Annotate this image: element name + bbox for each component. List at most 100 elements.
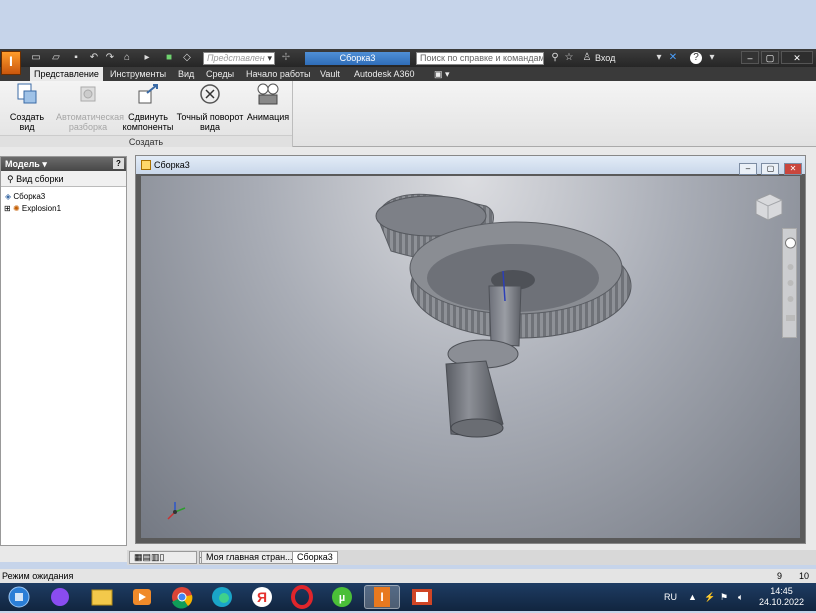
navigation-bar[interactable]	[782, 228, 797, 338]
select-icon[interactable]: ▸	[141, 52, 153, 64]
tile-layout-icons[interactable]: ▦▤▥▯	[129, 551, 197, 564]
ribbon-options-icon[interactable]: ▣ ▾	[430, 67, 454, 81]
coordinate-triad-icon	[167, 502, 186, 520]
tree-explosion-item[interactable]: ⊞ ✺ Explosion1	[4, 203, 61, 215]
browser-help-icon[interactable]: ?	[113, 158, 124, 169]
new-file-icon[interactable]: ▭	[30, 52, 42, 64]
undo-icon[interactable]: ↶	[88, 52, 100, 64]
doctab-assembly[interactable]: Сборка3	[292, 551, 338, 564]
animation-label: Анимация	[246, 112, 290, 122]
tree-root-item[interactable]: ◈ Сборка3	[5, 191, 45, 203]
inventor-taskbar-icon[interactable]: I	[364, 585, 400, 609]
home-icon[interactable]: ⌂	[121, 52, 133, 64]
redo-icon[interactable]: ↷	[104, 52, 116, 64]
browser-title: Модель	[5, 159, 40, 169]
viewcube-icon[interactable]	[750, 188, 786, 224]
3d-viewport[interactable]	[141, 176, 800, 538]
precise-rotate-button[interactable]: Точный поворот вида	[176, 81, 244, 132]
assembly-doc-icon	[141, 160, 151, 170]
tweak-components-button[interactable]: Сдвинуть компоненты	[122, 81, 174, 132]
graphics-window-title-text: Сборка3	[154, 160, 190, 170]
tab-get-started[interactable]: Начало работы	[242, 67, 314, 81]
show-hidden-icons-icon[interactable]: ▲	[688, 583, 697, 611]
network-icon[interactable]: ⚡	[704, 583, 715, 611]
tab-presentation[interactable]: Представление	[30, 67, 103, 81]
maximize-button[interactable]: ▢	[761, 51, 779, 64]
opera-icon[interactable]	[284, 585, 320, 609]
save-icon[interactable]: ▪	[70, 52, 82, 64]
document-title: Сборка3	[305, 52, 410, 65]
doc-minimize-button[interactable]: –	[738, 163, 757, 175]
tweak-label-1: Сдвинуть	[128, 112, 168, 122]
tree-explosion-label: Explosion1	[21, 204, 62, 213]
flag-icon[interactable]: ⚑	[720, 583, 728, 611]
inventor-logo[interactable]: I	[1, 51, 21, 75]
file-explorer-icon[interactable]	[84, 585, 120, 609]
explosion-icon: ✺	[12, 204, 20, 213]
help-search-input[interactable]: Поиск по справке и командам	[416, 52, 544, 65]
help-dropdown-icon[interactable]: ▾	[706, 52, 718, 64]
status-files: 10	[799, 571, 810, 581]
assembly-icon: ◈	[5, 192, 12, 201]
utorrent-icon[interactable]: µ	[324, 585, 360, 609]
create-view-icon	[17, 83, 37, 104]
navbar-tools-icon	[785, 237, 796, 321]
exchange-icon[interactable]: ✕	[667, 52, 679, 64]
doc-maximize-button[interactable]: ▢	[761, 163, 780, 175]
measure-icon[interactable]: ◇	[181, 52, 193, 64]
windows-taskbar: Я µ I RU ▲ ⚡ ⚑ 🔈︎ 14:45 24.10.2022	[0, 583, 816, 611]
tab-environments[interactable]: Среды	[202, 67, 238, 81]
powerpoint-icon[interactable]	[404, 585, 440, 609]
chevron-down-icon[interactable]: ▾	[653, 52, 665, 64]
browser-header[interactable]: Модель ▾ ?	[1, 157, 126, 171]
tab-tools[interactable]: Инструменты	[106, 67, 170, 81]
tab-vault[interactable]: Vault	[316, 67, 344, 81]
start-button[interactable]	[4, 585, 34, 609]
status-text: Режим ожидания	[2, 571, 74, 581]
update-icon[interactable]: ■	[163, 52, 175, 64]
precise-rotate-label-2: вида	[199, 122, 221, 132]
precise-rotate-label-1: Точный поворот	[176, 112, 244, 122]
volume-icon[interactable]: 🔈︎	[738, 583, 743, 611]
create-view-button[interactable]: Создать вид	[2, 81, 52, 132]
user-icon[interactable]: ♙	[581, 52, 593, 64]
model-browser: Модель ▾ ? ⚲ Вид сборки ◈ Сборка3 ⊞ ✺ Ex…	[0, 156, 127, 546]
view-representation-combo[interactable]: Представлен	[203, 52, 275, 65]
chrome-icon[interactable]	[164, 585, 200, 609]
tweak-components-icon	[138, 84, 158, 104]
binoculars-icon[interactable]: ⚲	[549, 52, 561, 64]
language-indicator[interactable]: RU	[664, 583, 677, 611]
doctab-home[interactable]: Моя главная стран...	[201, 551, 298, 564]
panel-separator	[292, 81, 293, 147]
close-button[interactable]: ✕	[781, 51, 813, 64]
edge-icon[interactable]	[204, 585, 240, 609]
create-view-label: Создать вид	[9, 112, 45, 132]
svg-text:µ: µ	[339, 592, 345, 604]
auto-explode-label-2: разборка	[68, 122, 108, 132]
clock-time: 14:45	[770, 586, 793, 596]
media-player-icon[interactable]	[124, 585, 160, 609]
yandex-browser-icon[interactable]: Я	[244, 585, 280, 609]
system-clock[interactable]: 14:45 24.10.2022	[759, 586, 804, 608]
doc-close-button[interactable]: ✕	[784, 163, 802, 175]
position-icon[interactable]: ✢	[280, 52, 292, 64]
help-icon[interactable]: ?	[690, 52, 702, 64]
sign-in-button[interactable]: Вход	[595, 52, 615, 64]
clock-date: 24.10.2022	[758, 597, 804, 607]
animation-button[interactable]: Анимация	[245, 81, 291, 122]
tweak-label-2: компоненты	[122, 122, 174, 132]
rotate-view-icon	[200, 84, 220, 104]
favorites-star-icon[interactable]: ☆	[563, 52, 575, 64]
assembly-view-selector[interactable]: ⚲ Вид сборки	[1, 171, 126, 187]
auto-explode-button[interactable]: Автоматическая разборка	[56, 81, 124, 132]
minimize-button[interactable]: –	[741, 51, 759, 64]
tab-view[interactable]: Вид	[174, 67, 198, 81]
ribbon: Создать вид Автоматическая разборка Сдви…	[0, 81, 816, 147]
alice-assistant-icon[interactable]	[42, 585, 78, 609]
animation-icon	[257, 83, 279, 105]
expand-icon[interactable]: ⊞	[4, 204, 11, 213]
tab-a360[interactable]: Autodesk A360	[350, 67, 419, 81]
title-bar: ▭ ▱ ▪ ↶ ↷ ⌂ ▸ ■ ◇ Представлен ✢ Сборка3 …	[0, 49, 816, 67]
ribbon-tabs: Представление Инструменты Вид Среды Нача…	[0, 67, 816, 81]
open-file-icon[interactable]: ▱	[50, 52, 62, 64]
